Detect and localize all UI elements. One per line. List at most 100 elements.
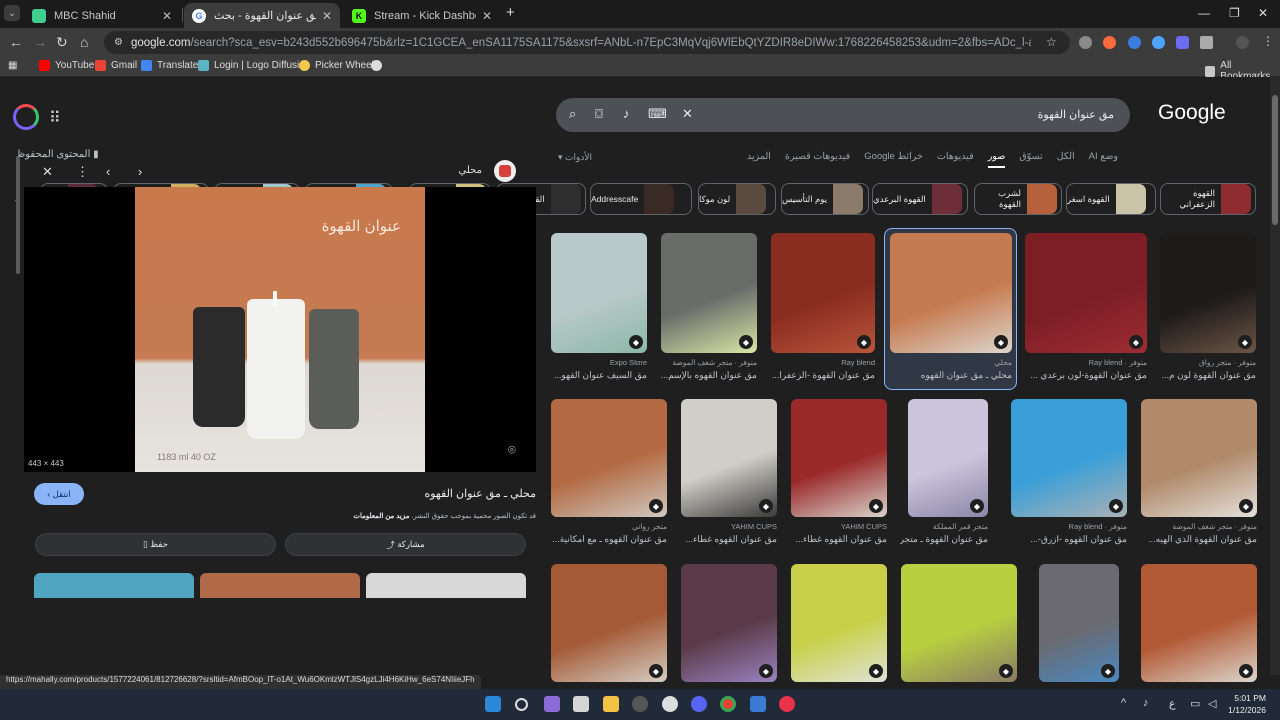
result-thumbnail[interactable]: ◆ bbox=[551, 564, 667, 682]
result-thumbnail[interactable]: ◆ bbox=[661, 233, 757, 353]
filter-more[interactable]: المزيد bbox=[747, 151, 771, 168]
preview-image[interactable]: عنوان القهوة 1183 ml 40 OZ bbox=[135, 187, 425, 472]
tab-google-search[interactable]: G مق عنوان القهوة - بحث Google ✕ bbox=[184, 3, 340, 28]
result-thumbnail[interactable]: ◆ bbox=[791, 564, 887, 682]
tab-search-button[interactable]: ⌄ bbox=[4, 5, 20, 21]
tab-mbc-shahid[interactable]: MBC Shahid ✕ bbox=[24, 3, 180, 28]
related-search-chip[interactable]: يوم التأسيس bbox=[781, 183, 869, 215]
search-icon[interactable]: ⌕ bbox=[569, 106, 576, 122]
store-icon[interactable] bbox=[573, 696, 589, 712]
result-thumbnail[interactable]: ◆ bbox=[791, 399, 887, 517]
clear-x-icon[interactable]: ✕ bbox=[682, 106, 693, 122]
visit-button[interactable]: ‹ انتقل bbox=[34, 483, 84, 505]
result-caption[interactable]: محلي ـ مق عنوان القهوه bbox=[882, 370, 1012, 381]
result-caption[interactable]: مق عنوان القهوة-لون برعدي ... bbox=[1017, 370, 1147, 381]
bookmark-logo-diffusion[interactable]: Login | Logo Diffusi... bbox=[198, 60, 308, 71]
restore-icon[interactable]: ❐ bbox=[1229, 6, 1240, 20]
related-image[interactable] bbox=[200, 573, 360, 598]
related-search-chip[interactable]: لون موكا bbox=[698, 183, 776, 215]
page-scrollbar[interactable] bbox=[1270, 77, 1280, 675]
result-thumbnail[interactable]: ◆ bbox=[681, 564, 777, 682]
result-thumbnail[interactable]: ◆ bbox=[1011, 399, 1127, 517]
extension-box-icon[interactable] bbox=[1176, 36, 1189, 49]
related-image[interactable] bbox=[34, 573, 194, 598]
related-search-chip[interactable]: لشرب القهوة bbox=[974, 183, 1062, 215]
apps-grid-icon[interactable]: ▦ bbox=[8, 60, 17, 71]
result-thumbnail[interactable]: ◆ bbox=[1039, 564, 1119, 682]
profile-avatar[interactable] bbox=[1236, 36, 1249, 49]
preview-site-name[interactable]: محلي bbox=[459, 165, 482, 176]
more-info-link[interactable]: مزيد من المعلومات bbox=[353, 513, 409, 520]
home-icon[interactable]: ⌂ bbox=[80, 34, 88, 50]
result-thumbnail[interactable]: ◆ bbox=[551, 399, 667, 517]
result-caption[interactable]: مق عنوان القهوة -الزعفرا... bbox=[763, 370, 875, 381]
search-icon[interactable] bbox=[515, 698, 528, 711]
related-search-chip[interactable]: القهوة الزعفراني bbox=[1160, 183, 1256, 215]
network-icon[interactable]: ▭ bbox=[1190, 697, 1200, 710]
bookmark-translate[interactable]: Translate bbox=[141, 60, 198, 71]
chrome-icon[interactable] bbox=[720, 696, 736, 712]
tab-kick-dashboard[interactable]: K Stream - Kick Dashboard ✕ bbox=[344, 3, 500, 28]
filter-short-videos[interactable]: فيديوهات قصيرة bbox=[785, 151, 850, 168]
preview-scrollbar-thumb[interactable] bbox=[16, 156, 20, 274]
result-caption[interactable]: مق عنوان القهوة ـ متجر... bbox=[900, 534, 988, 545]
result-caption[interactable]: مق عنوان القهوة الذي الهيه... bbox=[1133, 534, 1257, 545]
tools-dropdown[interactable]: ▾ الأدوات bbox=[558, 152, 592, 163]
related-image[interactable] bbox=[366, 573, 526, 598]
next-chevron-icon[interactable]: › bbox=[138, 164, 142, 179]
filter-shopping[interactable]: تسوّق bbox=[1019, 151, 1042, 168]
forward-arrow-icon[interactable]: → bbox=[33, 34, 47, 50]
close-icon[interactable]: ✕ bbox=[162, 9, 172, 23]
bookmark-youtube[interactable]: YouTube bbox=[39, 60, 94, 71]
discord-icon[interactable] bbox=[691, 696, 707, 712]
copilot-icon[interactable] bbox=[544, 696, 560, 712]
filter-videos[interactable]: فيديوهات bbox=[937, 151, 974, 168]
app-icon[interactable] bbox=[750, 696, 766, 712]
result-thumbnail[interactable]: ◆ bbox=[901, 564, 1017, 682]
result-caption[interactable]: مق عنوان القهوه ـ مع امكانية... bbox=[543, 534, 667, 545]
bookmark-picker-wheel[interactable]: Picker Wheel bbox=[299, 60, 374, 71]
extension-circle-icon[interactable] bbox=[1128, 36, 1141, 49]
save-button[interactable]: ▯ حفظ bbox=[35, 533, 276, 556]
filter-ai-mode[interactable]: وضع AI bbox=[1089, 151, 1118, 168]
steam-icon[interactable] bbox=[632, 696, 648, 712]
window-close-icon[interactable]: ✕ bbox=[1258, 6, 1268, 20]
result-thumbnail[interactable]: ◆ bbox=[551, 233, 647, 353]
result-thumbnail[interactable]: ◆ bbox=[1141, 564, 1257, 682]
result-thumbnail[interactable]: ◆ bbox=[771, 233, 875, 353]
menu-dots-icon[interactable]: ⋮ bbox=[1262, 34, 1274, 48]
microphone-icon[interactable]: ♪ bbox=[1143, 697, 1149, 709]
preview-title[interactable]: محلي ـ مق عنوان القهوه bbox=[424, 487, 536, 500]
close-icon[interactable]: ✕ bbox=[482, 9, 492, 23]
google-apps-grid-icon[interactable]: ⠿ bbox=[49, 108, 61, 128]
bookmark-gmail[interactable]: Gmail bbox=[95, 60, 137, 71]
filter-all[interactable]: الكل bbox=[1057, 151, 1075, 168]
result-caption[interactable]: مق عنوان القهوه بالإسم... bbox=[653, 370, 757, 381]
windows-start-icon[interactable] bbox=[485, 696, 501, 712]
reload-icon[interactable]: ↻ bbox=[56, 34, 68, 51]
result-thumbnail[interactable]: ◆ bbox=[1160, 233, 1256, 353]
bookmark-star-icon[interactable]: ☆ bbox=[1046, 35, 1057, 49]
lens-search-icon[interactable]: ⌾ bbox=[508, 442, 516, 458]
close-icon[interactable]: ✕ bbox=[322, 9, 332, 23]
result-thumbnail[interactable]: ◆ bbox=[908, 399, 988, 517]
result-caption[interactable]: مق عنوان القهوه -ازرق-... bbox=[1003, 534, 1127, 545]
language-icon[interactable]: ع bbox=[1169, 697, 1176, 710]
share-button[interactable]: ⤴ مشاركة bbox=[285, 533, 526, 556]
filter-maps[interactable]: خرائط Google bbox=[864, 151, 923, 168]
keyboard-icon[interactable]: ⌨ bbox=[648, 106, 667, 122]
filter-images[interactable]: صور bbox=[987, 151, 1006, 168]
google-logo[interactable]: Google bbox=[1158, 101, 1226, 125]
result-thumbnail[interactable]: ◆ bbox=[1025, 233, 1147, 353]
minimize-icon[interactable]: — bbox=[1198, 6, 1210, 20]
close-icon[interactable]: ✕ bbox=[42, 164, 53, 180]
extensions-puzzle-icon[interactable] bbox=[1200, 36, 1213, 49]
file-explorer-icon[interactable] bbox=[603, 696, 619, 712]
extension-icon[interactable] bbox=[1079, 36, 1092, 49]
site-info-icon[interactable]: ⚙ bbox=[114, 37, 123, 48]
microphone-icon[interactable]: ♪ bbox=[623, 106, 630, 121]
result-thumbnail[interactable]: ◆ bbox=[1141, 399, 1257, 517]
related-search-chip[interactable]: القهوة البرعدي bbox=[872, 183, 968, 215]
media-player-icon[interactable] bbox=[779, 696, 795, 712]
more-vert-icon[interactable]: ⋮ bbox=[76, 164, 89, 180]
